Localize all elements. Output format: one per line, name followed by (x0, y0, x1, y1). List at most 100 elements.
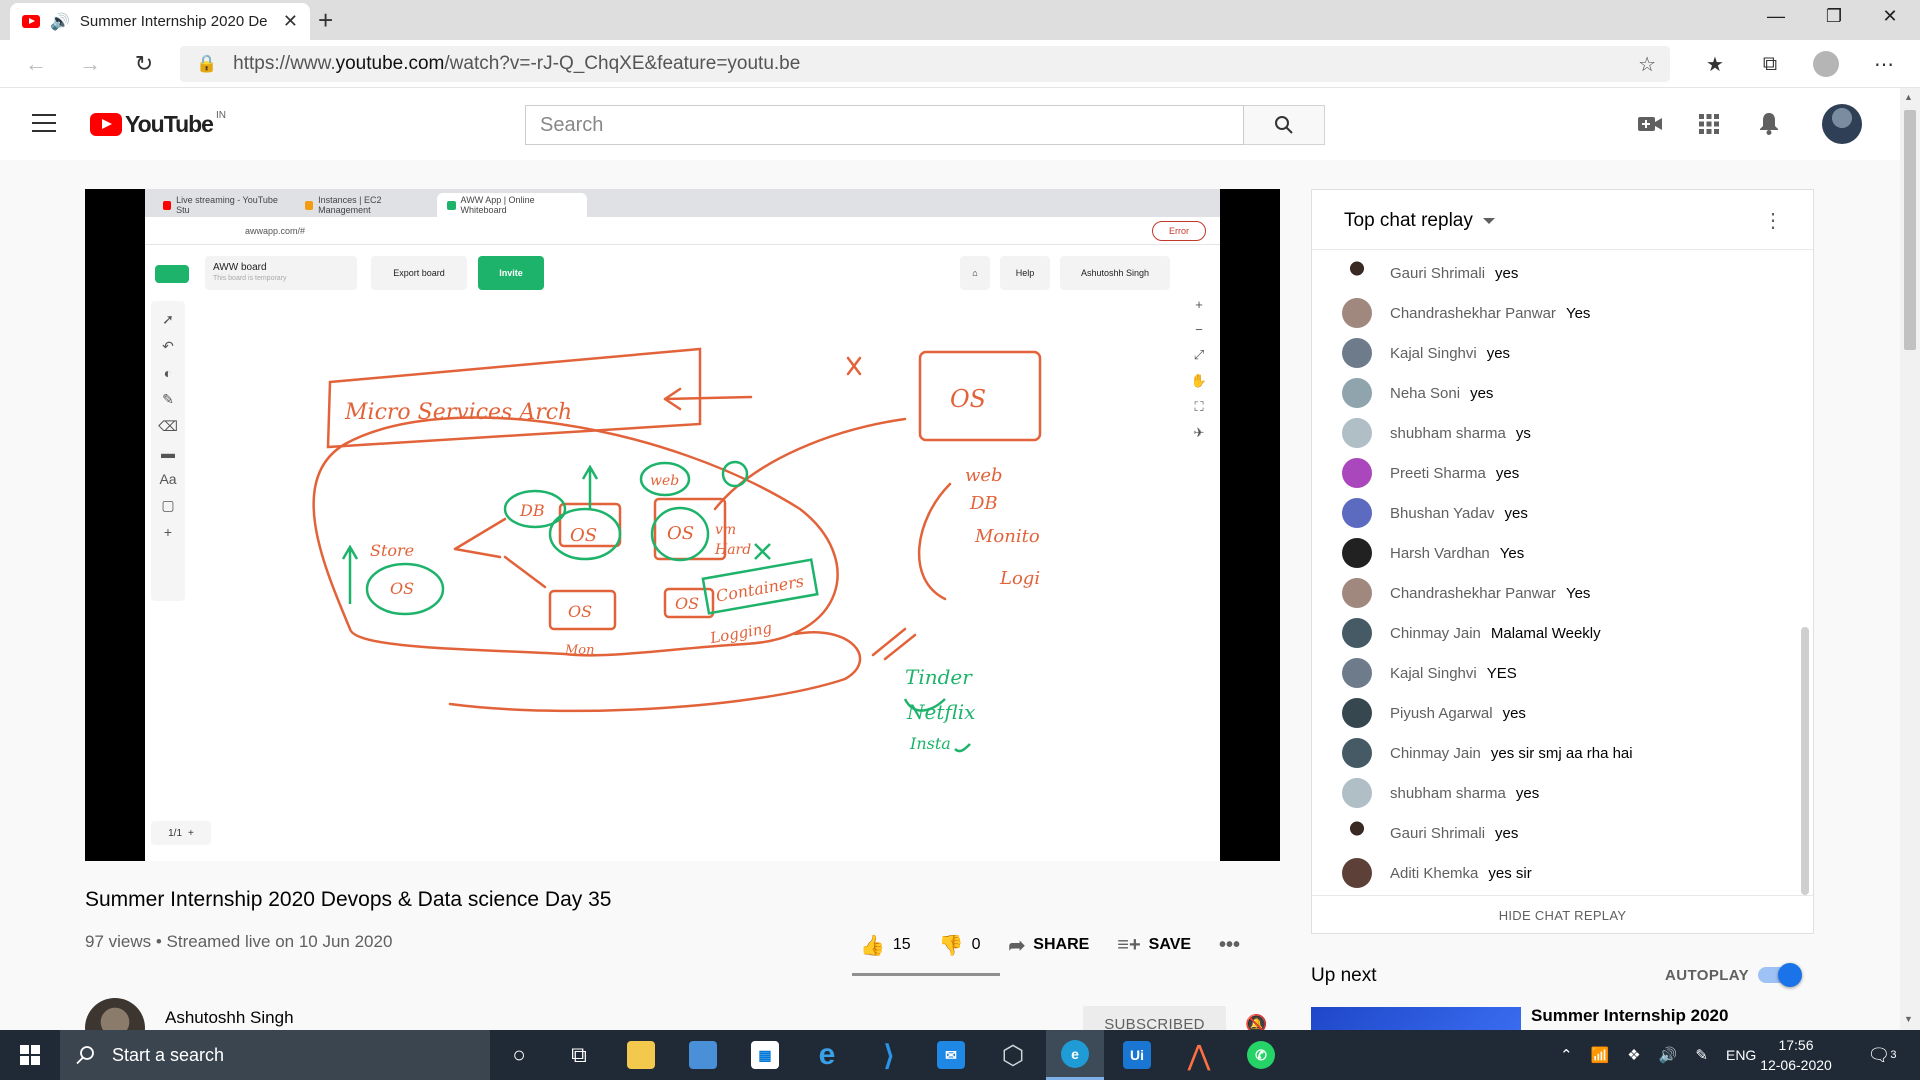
file-explorer-icon[interactable] (612, 1030, 670, 1080)
tray-chevron-up-icon[interactable]: ⌃ (1560, 1046, 1573, 1064)
mail-icon[interactable]: ✉ (922, 1030, 980, 1080)
chat-author-avatar[interactable] (1342, 738, 1372, 768)
channel-name[interactable]: Ashutoshh Singh (165, 1008, 294, 1028)
taskbar-clock[interactable]: 17:56 12-06-2020 (1756, 1035, 1836, 1075)
virtualbox-icon[interactable]: ⬡ (984, 1030, 1042, 1080)
chat-scrollbar[interactable] (1801, 627, 1809, 895)
chat-author-name[interactable]: Preeti Sharma (1390, 465, 1486, 482)
back-icon[interactable]: ← (18, 48, 54, 80)
page-scrollbar[interactable]: ▲ ▼ (1900, 88, 1920, 1030)
chat-author-avatar[interactable] (1342, 298, 1372, 328)
chat-author-name[interactable]: Harsh Vardhan (1390, 545, 1490, 562)
store-icon[interactable]: ▦ (736, 1030, 794, 1080)
collections-icon[interactable]: ⧉ (1752, 48, 1788, 80)
hide-chat-button[interactable]: HIDE CHAT REPLAY (1312, 895, 1813, 935)
chat-author-name[interactable]: Gauri Shrimali (1390, 825, 1485, 842)
chat-author-name[interactable]: Aditi Khemka (1390, 865, 1478, 882)
more-menu-icon[interactable]: ⋯ (1866, 48, 1902, 80)
new-tab-icon[interactable]: + (318, 5, 333, 36)
search-button[interactable] (1244, 105, 1325, 145)
whiteboard-label: OS (390, 579, 414, 598)
arduino-icon[interactable]: ⋀ (1170, 1030, 1228, 1080)
next-video-title[interactable]: Summer Internship 2020 (1531, 1006, 1728, 1026)
wifi-icon[interactable]: 📶 (1591, 1046, 1610, 1064)
chat-author-avatar[interactable] (1342, 578, 1372, 608)
chat-author-avatar[interactable] (1342, 858, 1372, 888)
like-button[interactable]: 👍 15 (860, 933, 911, 958)
apps-grid-icon[interactable] (1695, 110, 1723, 138)
autoplay-toggle[interactable] (1758, 963, 1802, 987)
internet-explorer-icon[interactable]: e (798, 1030, 856, 1080)
task-view-icon[interactable]: ⧉ (550, 1030, 608, 1080)
restore-icon[interactable]: ❐ (1806, 0, 1862, 32)
chat-author-avatar[interactable] (1342, 458, 1372, 488)
chat-author-avatar[interactable] (1342, 378, 1372, 408)
chat-author-name[interactable]: Chandrashekhar Panwar (1390, 585, 1556, 602)
notifications-bell-icon[interactable] (1755, 110, 1783, 138)
video-player[interactable]: Live streaming - YouTube Stu Instances |… (85, 189, 1280, 861)
chat-author-name[interactable]: Bhushan Yadav (1390, 505, 1495, 522)
chat-author-name[interactable]: Piyush Agarwal (1390, 705, 1493, 722)
chat-author-avatar[interactable] (1342, 498, 1372, 528)
chat-mode-dropdown[interactable]: Top chat replay (1344, 210, 1495, 232)
user-avatar[interactable] (1822, 104, 1862, 144)
chat-author-avatar[interactable] (1342, 618, 1372, 648)
forward-icon[interactable]: → (72, 48, 108, 80)
whiteboard-label: OS (667, 523, 694, 544)
reload-icon[interactable]: ↻ (126, 48, 162, 80)
volume-icon[interactable]: 🔊 (1659, 1046, 1678, 1064)
chat-author-avatar[interactable] (1342, 338, 1372, 368)
chat-author-avatar[interactable] (1342, 538, 1372, 568)
cortana-icon[interactable]: ○ (490, 1030, 548, 1080)
favorite-star-icon[interactable]: ☆ (1638, 52, 1656, 77)
favorites-icon[interactable]: ★ (1697, 48, 1733, 80)
browser-tab[interactable]: 🔊 Summer Internship 2020 De ✕ (10, 3, 310, 40)
pen-icon[interactable]: ✎ (1695, 1046, 1708, 1064)
minimize-icon[interactable]: — (1748, 0, 1804, 32)
language-indicator[interactable]: ENG (1726, 1047, 1756, 1063)
scroll-up-icon[interactable]: ▲ (1904, 92, 1913, 102)
more-actions-button[interactable]: ••• (1219, 934, 1240, 957)
vscode-icon[interactable]: ⟩ (860, 1030, 918, 1080)
share-button[interactable]: ➦ SHARE (1009, 933, 1090, 958)
chat-author-avatar[interactable] (1342, 818, 1372, 848)
start-button[interactable] (0, 1030, 60, 1080)
speaker-icon[interactable]: 🔊 (50, 12, 70, 32)
chat-author-name[interactable]: Chinmay Jain (1390, 625, 1481, 642)
chat-author-name[interactable]: Chinmay Jain (1390, 745, 1481, 762)
close-window-icon[interactable]: ✕ (1862, 0, 1918, 32)
chat-author-name[interactable]: Gauri Shrimali (1390, 265, 1485, 282)
chat-author-name[interactable]: Kajal Singhvi (1390, 665, 1477, 682)
youtube-logo[interactable]: YouTube IN (90, 110, 226, 138)
chat-author-name[interactable]: Kajal Singhvi (1390, 345, 1477, 362)
uipath-icon[interactable]: Ui (1108, 1030, 1166, 1080)
chat-author-name[interactable]: Neha Soni (1390, 385, 1460, 402)
taskbar-search[interactable]: Start a search (60, 1030, 490, 1080)
dropbox-icon[interactable]: ❖ (1627, 1046, 1640, 1064)
whiteboard-label: web (650, 473, 679, 489)
chat-author-avatar[interactable] (1342, 698, 1372, 728)
edge-icon[interactable]: e (1046, 1030, 1104, 1080)
profile-icon[interactable] (1808, 48, 1844, 80)
close-tab-icon[interactable]: ✕ (283, 11, 298, 32)
next-video-thumbnail[interactable] (1311, 1007, 1521, 1031)
create-video-icon[interactable] (1636, 110, 1664, 138)
chat-author-name[interactable]: shubham sharma (1390, 785, 1506, 802)
notification-center-icon[interactable]: 🗨 3 (1865, 1040, 1899, 1070)
chat-author-name[interactable]: shubham sharma (1390, 425, 1506, 442)
scroll-down-icon[interactable]: ▼ (1904, 1014, 1913, 1024)
chat-author-avatar[interactable] (1342, 258, 1372, 288)
chat-author-avatar[interactable] (1342, 418, 1372, 448)
scrollbar-thumb[interactable] (1904, 110, 1916, 350)
save-button[interactable]: ≡+ SAVE (1117, 934, 1191, 957)
cube-app-icon[interactable] (674, 1030, 732, 1080)
chat-author-avatar[interactable] (1342, 658, 1372, 688)
address-bar[interactable]: 🔒 https://www.youtube.com/watch?v=-rJ-Q_… (180, 46, 1670, 82)
whatsapp-icon[interactable]: ✆ (1232, 1030, 1290, 1080)
chat-author-name[interactable]: Chandrashekhar Panwar (1390, 305, 1556, 322)
chat-more-icon[interactable]: ⋮ (1763, 208, 1783, 233)
search-input[interactable]: Search (525, 105, 1244, 145)
menu-icon[interactable] (32, 114, 56, 132)
chat-author-avatar[interactable] (1342, 778, 1372, 808)
dislike-button[interactable]: 👎 0 (939, 933, 981, 958)
